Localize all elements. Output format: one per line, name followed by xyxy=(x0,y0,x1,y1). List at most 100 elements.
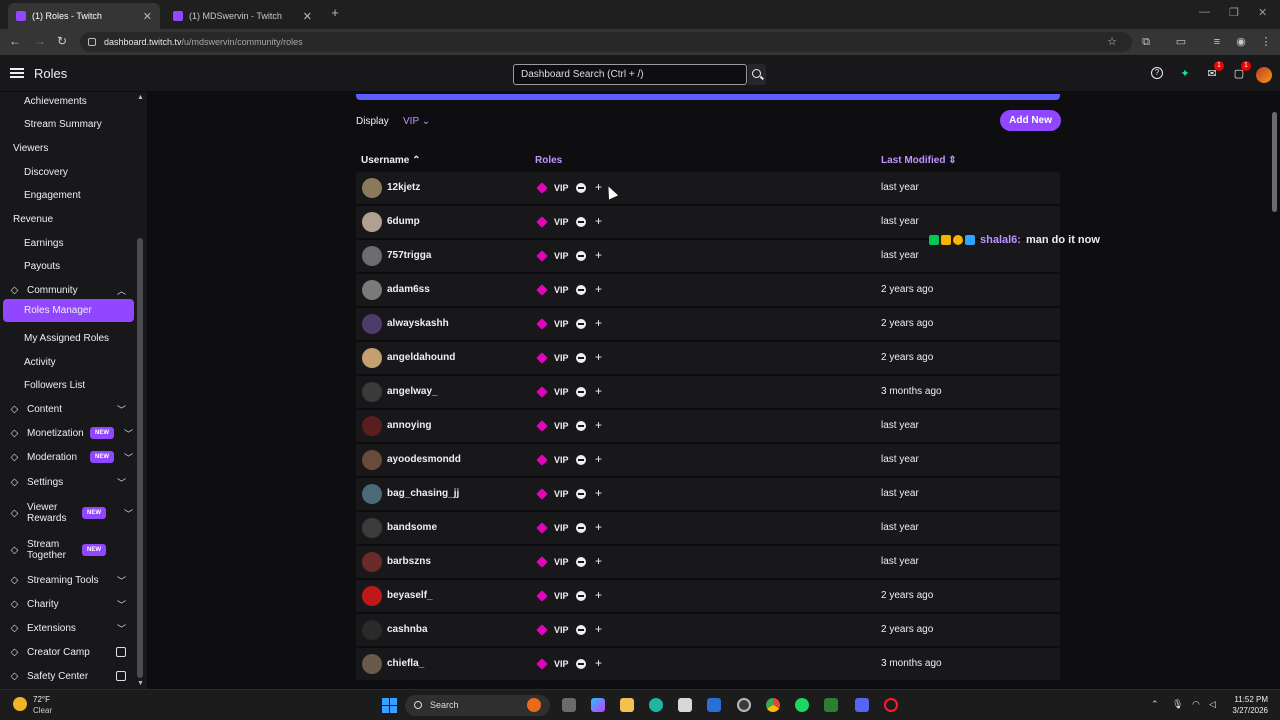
row-username[interactable]: 12kjetz xyxy=(387,182,420,193)
add-role-icon[interactable]: + xyxy=(595,248,602,262)
column-header-username[interactable]: Username ⌃ xyxy=(361,155,421,166)
remove-role-icon[interactable] xyxy=(576,421,586,431)
sidebar-item-achievements[interactable]: Achievements xyxy=(0,94,134,108)
sidebar-item-viewers[interactable]: Viewers xyxy=(0,141,134,155)
media-control-icon[interactable]: ≡ xyxy=(1211,36,1223,48)
sidebar-item-revenue[interactable]: Revenue xyxy=(0,212,134,226)
add-role-icon[interactable]: + xyxy=(595,384,602,398)
avatar[interactable] xyxy=(362,348,382,368)
row-username[interactable]: cashnba xyxy=(387,624,428,635)
minimize-icon[interactable]: — xyxy=(1199,6,1210,18)
avatar[interactable] xyxy=(362,654,382,674)
avatar[interactable] xyxy=(362,586,382,606)
browser-menu-icon[interactable]: ⋮ xyxy=(1260,36,1272,48)
remove-role-icon[interactable] xyxy=(576,455,586,465)
avatar[interactable] xyxy=(362,382,382,402)
task-view-icon[interactable] xyxy=(562,698,576,712)
add-role-icon[interactable]: + xyxy=(595,350,602,364)
remove-role-icon[interactable] xyxy=(576,387,586,397)
sidebar-item-followers-list[interactable]: Followers List xyxy=(0,378,134,392)
sidebar-item-viewer-rewards[interactable]: ◇ Viewer Rewards ﹀ NEW xyxy=(0,499,134,527)
remove-role-icon[interactable] xyxy=(576,217,586,227)
excel-icon[interactable] xyxy=(824,698,838,712)
add-role-icon[interactable]: + xyxy=(595,622,602,636)
maximize-icon[interactable]: ❐ xyxy=(1229,6,1239,19)
back-icon[interactable]: ← xyxy=(9,34,21,48)
remove-role-icon[interactable] xyxy=(576,557,586,567)
sidebar-item-extensions[interactable]: ◇ Extensions ﹀ xyxy=(0,621,134,635)
sidebar-item-stream-together[interactable]: ◇ Stream Together NEW xyxy=(0,536,134,564)
window-close-icon[interactable]: ✕ xyxy=(1258,6,1267,19)
weather-temperature[interactable]: 72°F xyxy=(33,695,50,704)
edge-icon[interactable] xyxy=(649,698,663,712)
sidebar-item-payouts[interactable]: Payouts xyxy=(0,259,134,273)
sidebar-item-safety-center[interactable]: ◇ Safety Center xyxy=(0,669,134,683)
sidebar-item-monetization[interactable]: ◇ Monetization ﹀ NEW xyxy=(0,426,134,440)
new-tab-icon[interactable]: + xyxy=(328,6,342,20)
site-info-icon[interactable] xyxy=(88,38,96,46)
row-username[interactable]: barbszns xyxy=(387,556,431,567)
sidebar-item-earnings[interactable]: Earnings xyxy=(0,236,134,250)
bookmark-star-icon[interactable]: ☆ xyxy=(1106,36,1118,48)
sidebar-item-content[interactable]: ◇ Content ﹀ xyxy=(0,402,134,416)
remove-role-icon[interactable] xyxy=(576,353,586,363)
remove-role-icon[interactable] xyxy=(576,183,586,193)
opera-icon[interactable] xyxy=(884,698,898,712)
weather-moon-icon[interactable] xyxy=(13,697,27,711)
avatar[interactable] xyxy=(362,484,382,504)
search-icon[interactable] xyxy=(748,64,766,85)
remove-role-icon[interactable] xyxy=(576,659,586,669)
copilot-icon[interactable] xyxy=(591,698,605,712)
chrome-icon[interactable] xyxy=(766,698,780,712)
remove-role-icon[interactable] xyxy=(576,591,586,601)
row-username[interactable]: 6dump xyxy=(387,216,420,227)
microphone-icon[interactable]: 🎙 xyxy=(1172,699,1183,710)
browser-tab-mdswervin[interactable]: (1) MDSwervin - Twitch ✕ xyxy=(165,3,320,29)
row-username[interactable]: 757trigga xyxy=(387,250,431,261)
add-role-icon[interactable]: + xyxy=(595,452,602,466)
help-icon[interactable]: ? xyxy=(1151,67,1163,79)
avatar[interactable] xyxy=(362,620,382,640)
remove-role-icon[interactable] xyxy=(576,285,586,295)
add-role-icon[interactable]: + xyxy=(595,656,602,670)
sidebar-item-community[interactable]: ◇ Community ︿ xyxy=(0,283,134,297)
sidebar-item-roles-manager[interactable]: Roles Manager xyxy=(3,299,134,322)
row-username[interactable]: ayoodesmondd xyxy=(387,454,461,465)
remove-role-icon[interactable] xyxy=(576,489,586,499)
avatar[interactable] xyxy=(362,280,382,300)
remove-role-icon[interactable] xyxy=(576,523,586,533)
sidebar-item-charity[interactable]: ◇ Charity ﹀ xyxy=(0,597,134,611)
add-role-icon[interactable]: + xyxy=(595,520,602,534)
column-header-last-modified[interactable]: Last Modified ⇕ xyxy=(881,155,957,166)
avatar[interactable] xyxy=(362,416,382,436)
row-username[interactable]: adam6ss xyxy=(387,284,430,295)
spotify-icon[interactable] xyxy=(795,698,809,712)
add-role-icon[interactable]: + xyxy=(595,486,602,500)
display-filter-dropdown[interactable]: VIP ⌄ xyxy=(403,116,430,127)
add-role-icon[interactable]: + xyxy=(595,588,602,602)
add-role-icon[interactable]: + xyxy=(595,418,602,432)
dashboard-search-input[interactable]: Dashboard Search (Ctrl + /) xyxy=(513,64,747,85)
add-role-icon[interactable]: + xyxy=(595,282,602,296)
sidebar-item-activity[interactable]: Activity xyxy=(0,355,134,369)
browser-tab-roles[interactable]: (1) Roles - Twitch ✕ xyxy=(8,3,160,29)
add-new-button[interactable]: Add New xyxy=(1000,110,1061,131)
row-username[interactable]: annoying xyxy=(387,420,431,431)
tray-overflow-icon[interactable]: ⌃ xyxy=(1151,699,1159,710)
settings-gear-icon[interactable] xyxy=(737,698,751,712)
profile-icon[interactable]: ◉ xyxy=(1235,36,1247,48)
avatar[interactable] xyxy=(362,178,382,198)
row-username[interactable]: beyaself_ xyxy=(387,590,433,601)
menu-hamburger-icon[interactable] xyxy=(10,68,24,78)
avatar[interactable] xyxy=(362,246,382,266)
wifi-icon[interactable]: ◠ xyxy=(1192,699,1200,710)
row-username[interactable]: chiefla_ xyxy=(387,658,424,669)
row-username[interactable]: alwayskashh xyxy=(387,318,449,329)
row-username[interactable]: angelway_ xyxy=(387,386,438,397)
main-scrollbar[interactable] xyxy=(1272,112,1277,212)
row-username[interactable]: bag_chasing_jj xyxy=(387,488,459,499)
windows-start-icon[interactable] xyxy=(382,698,397,713)
volume-icon[interactable]: ◁ xyxy=(1209,699,1216,710)
sidebar-scroll-up-icon[interactable]: ▲ xyxy=(137,94,144,101)
sidebar-scrollbar[interactable] xyxy=(137,238,143,678)
